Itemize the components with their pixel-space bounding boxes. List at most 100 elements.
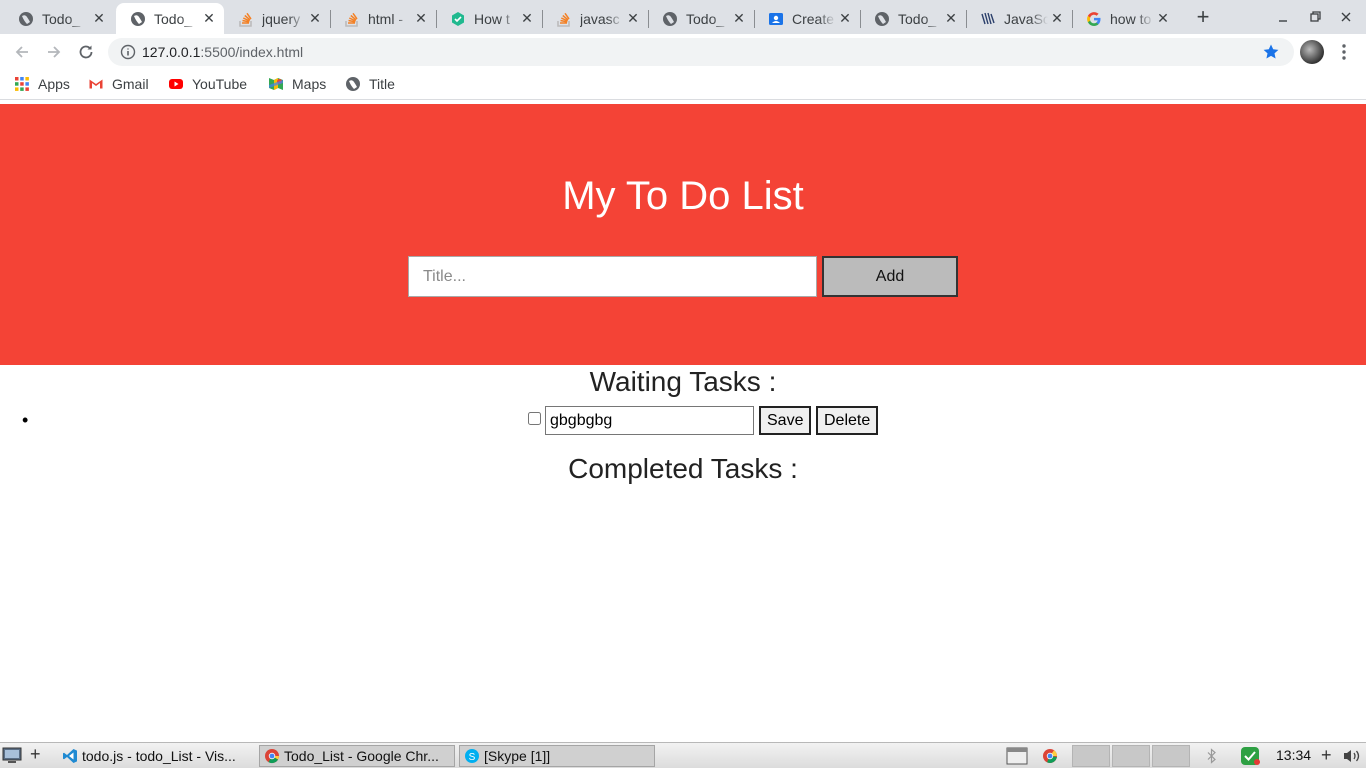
save-task-button[interactable]: Save [759,406,811,435]
bookmark-label: YouTube [192,76,248,92]
address-bar[interactable]: 127.0.0.1:5500/index.html [108,38,1294,66]
svg-text:S: S [469,752,476,763]
completed-tasks-heading: Completed Tasks : [568,453,798,484]
vscode-icon [63,749,77,763]
restore-window-icon[interactable] [1306,8,1324,26]
tab-10[interactable]: JavaSc ✕ [966,3,1072,34]
close-tab-icon[interactable]: ✕ [626,11,640,25]
close-tab-icon[interactable]: ✕ [732,11,746,25]
reload-icon[interactable] [76,42,96,62]
globe-icon [19,11,33,26]
maps-icon [269,78,283,90]
tab-5[interactable]: How t ✕ [436,3,542,34]
bookmark-youtube[interactable]: YouTube [168,76,247,92]
minimize-window-icon[interactable] [1274,8,1292,26]
todo-header: My To Do List Add [0,104,1366,365]
tab-title: Todo_ [42,10,81,27]
bookmark-apps[interactable]: Apps [14,76,70,92]
task-complete-checkbox[interactable] [528,412,541,425]
close-tab-icon[interactable]: ✕ [1050,11,1064,25]
contact-card-icon [769,12,783,25]
taskbar-window-label: todo.js - todo_List - Vis... [82,748,236,764]
close-tab-icon[interactable]: ✕ [414,11,428,25]
stackoverflow-icon [557,12,570,27]
url-text: 127.0.0.1:5500/index.html [142,44,303,60]
tab-title: jquery [262,10,301,27]
waiting-tasks-heading: Waiting Tasks : [589,366,777,397]
new-tab-button[interactable]: + [1193,6,1213,28]
tab-4[interactable]: html - ✕ [330,3,436,34]
tab-title: javasc [580,10,620,27]
apps-grid-icon [15,77,29,91]
title-input[interactable] [408,256,817,297]
taskbar-window-vscode[interactable]: todo.js - todo_List - Vis... [58,745,254,767]
bookmarks-bar: Apps Gmail YouTube Maps Title [0,70,1366,100]
tab-title: html - [368,10,403,27]
delete-task-button[interactable]: Delete [816,406,878,435]
close-tab-icon[interactable]: ✕ [202,11,216,25]
bookmark-star-icon[interactable] [1262,43,1280,61]
forward-arrow-icon[interactable] [44,42,64,62]
bookmark-gmail[interactable]: Gmail [88,76,149,92]
skype-icon: S [465,749,479,763]
close-tab-icon[interactable]: ✕ [520,11,534,25]
taskbar-window-skype[interactable]: S [Skype [1]] [459,745,655,767]
taskbar-window-label: Todo_List - Google Chr... [284,748,439,764]
list-bullet: • [22,410,29,430]
close-tab-icon[interactable]: ✕ [944,11,958,25]
tab-11[interactable]: how to ✕ [1072,3,1178,34]
close-tab-icon[interactable]: ✕ [1156,11,1170,25]
close-tab-icon[interactable]: ✕ [308,11,322,25]
bookmark-title[interactable]: Title [345,76,395,92]
update-check-icon[interactable] [1240,746,1262,766]
tab-title: how to [1110,10,1152,27]
chrome-tray-icon[interactable] [1042,748,1058,764]
globe-icon [346,77,360,91]
task-text-input[interactable] [545,406,754,435]
window-list-icon[interactable] [1006,746,1028,766]
tab-9[interactable]: Todo_ ✕ [860,3,966,34]
page-content: My To Do List Add Waiting Tasks : • Save… [0,104,1366,742]
add-applet-icon[interactable]: + [1321,745,1332,766]
chrome-icon [265,749,280,764]
close-tab-icon[interactable]: ✕ [92,11,106,25]
tab-title: Create [792,10,835,27]
taskbar-window-chrome[interactable]: Todo_List - Google Chr... [259,745,455,767]
info-icon[interactable] [120,44,136,60]
google-icon [1087,11,1101,26]
bookmark-label: Maps [292,76,327,92]
youtube-icon [169,79,183,89]
add-button[interactable]: Add [822,256,958,297]
show-desktop-icon[interactable] [2,746,22,764]
os-taskbar: + todo.js - todo_List - Vis... Todo_List… [0,742,1366,768]
close-tab-icon[interactable]: ✕ [838,11,852,25]
tray-slot [1112,745,1150,767]
volume-icon[interactable] [1342,748,1362,764]
tab-title: JavaSc [1004,10,1048,27]
bookmark-label: Title [369,76,395,92]
tray-slot [1072,745,1110,767]
gmail-icon [89,79,103,89]
tab-title: Todo_ [898,10,937,27]
back-arrow-icon[interactable] [12,42,32,62]
tab-title: Todo_ [154,10,193,27]
clock: 13:34 [1276,747,1312,763]
tab-3[interactable]: jquery ✕ [224,3,330,34]
tab-1[interactable]: Todo_ ✕ [4,3,114,34]
more-menu-icon[interactable] [1336,42,1352,62]
globe-icon [875,11,889,26]
tab-7[interactable]: Todo_ ✕ [648,3,754,34]
tab-6[interactable]: javasc ✕ [542,3,648,34]
add-panel-icon[interactable]: + [30,744,41,765]
tab-8[interactable]: Create ✕ [754,3,860,34]
tab-2-active[interactable]: Todo_ ✕ [116,3,224,34]
bookmark-label: Apps [38,76,70,92]
url-path: :5500/index.html [200,44,304,60]
tab-title: Todo_ [686,10,725,27]
close-window-icon[interactable] [1337,8,1355,26]
bookmark-maps[interactable]: Maps [268,76,326,92]
bluetooth-icon[interactable] [1206,748,1218,764]
profile-avatar[interactable] [1300,40,1324,64]
globe-icon [131,11,145,26]
stackoverflow-icon [345,12,358,27]
